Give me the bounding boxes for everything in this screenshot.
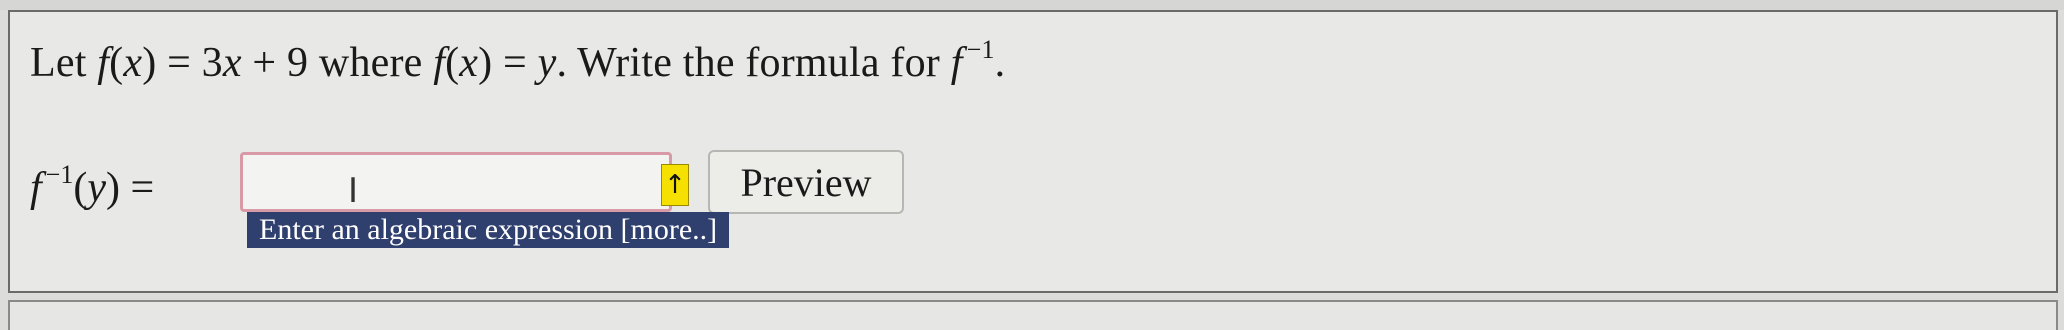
rhs-constant: 9 <box>287 40 309 86</box>
rhs-coefficient: 3 <box>201 40 223 86</box>
rparen: ) <box>142 40 157 86</box>
function-f-2: f <box>433 40 446 86</box>
answer-input[interactable] <box>240 152 672 212</box>
question-text: Let f(x) = 3x + 9 where f(x) = y. Write … <box>30 35 1005 87</box>
answer-label: f −1(y) = <box>30 160 154 212</box>
answer-lparen: ( <box>73 165 88 211</box>
input-hint-tooltip[interactable]: Enter an algebraic expression [more..] <box>247 212 730 248</box>
answer-inverse-exponent: −1 <box>45 160 74 189</box>
function-f: f <box>97 40 110 86</box>
answer-equals: = <box>130 165 155 211</box>
next-panel <box>8 300 2058 330</box>
inverse-exponent: −1 <box>966 35 995 64</box>
top-strip <box>0 0 2064 10</box>
text-cursor-icon: I <box>348 171 359 211</box>
rhs-variable: x <box>222 40 242 86</box>
plus-sign: + <box>252 40 277 86</box>
up-arrow-icon[interactable]: ↑ <box>661 164 689 206</box>
question-prefix: Let <box>30 40 87 86</box>
inverse-f: f <box>950 40 963 86</box>
equals-sign: = <box>167 40 191 86</box>
preview-button[interactable]: Preview <box>708 150 904 214</box>
answer-rparen: ) <box>106 165 120 211</box>
answer-f: f <box>30 165 42 211</box>
lparen: ( <box>109 40 124 86</box>
where-word: where <box>318 40 423 86</box>
variable-x: x <box>123 40 143 86</box>
equals-sign-2: = <box>503 40 527 86</box>
rparen-2: ) <box>478 40 493 86</box>
variable-x-2: x <box>459 40 479 86</box>
instruction-text: Write the formula for <box>577 40 940 86</box>
variable-y: y <box>537 40 557 86</box>
lparen-2: ( <box>445 40 460 86</box>
period-2: . <box>994 40 1006 86</box>
answer-y: y <box>87 165 106 211</box>
period-1: . <box>556 40 568 86</box>
